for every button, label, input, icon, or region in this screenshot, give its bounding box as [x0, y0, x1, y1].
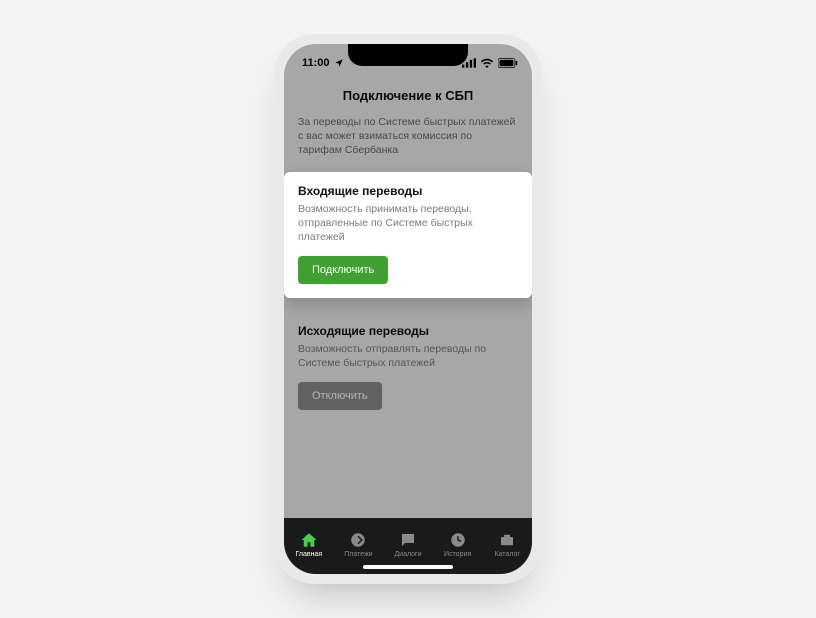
incoming-title: Входящие переводы	[298, 184, 518, 198]
dialogs-icon	[399, 531, 417, 549]
tab-catalog[interactable]: Каталог	[482, 531, 532, 558]
status-time: 11:00	[302, 57, 330, 69]
outgoing-transfers-card: Исходящие переводы Возможность отправлят…	[284, 312, 532, 424]
tab-payments-label: Платежи	[344, 551, 372, 558]
tab-dialogs-label: Диалоги	[394, 551, 421, 558]
outgoing-title: Исходящие переводы	[298, 324, 518, 338]
app-root: 11:00 Подключение к СБП За переводы по С…	[284, 44, 532, 574]
disconnect-button[interactable]: Отключить	[298, 382, 382, 410]
incoming-transfers-card: Входящие переводы Возможность принимать …	[284, 172, 532, 299]
connect-button[interactable]: Подключить	[298, 256, 388, 284]
phone-notch	[348, 44, 468, 66]
phone-device-frame: 11:00 Подключение к СБП За переводы по С…	[274, 34, 542, 584]
home-indicator	[363, 565, 453, 569]
tab-home-label: Главная	[295, 551, 322, 558]
tab-payments[interactable]: Платежи	[334, 531, 384, 558]
payments-icon	[349, 531, 367, 549]
outgoing-desc: Возможность отправлять переводы по Систе…	[298, 342, 518, 370]
tab-history[interactable]: История	[433, 531, 483, 558]
battery-icon	[498, 58, 518, 68]
tab-dialogs[interactable]: Диалоги	[383, 531, 433, 558]
history-icon	[449, 531, 467, 549]
phone-screen: 11:00 Подключение к СБП За переводы по С…	[284, 44, 532, 574]
tab-home[interactable]: Главная	[284, 531, 334, 558]
incoming-desc: Возможность принимать переводы, отправле…	[298, 202, 518, 245]
fee-disclaimer: За переводы по Системе быстрых платежей …	[284, 115, 532, 172]
catalog-icon	[498, 531, 516, 549]
location-icon	[334, 58, 344, 68]
wifi-icon	[480, 58, 494, 68]
home-icon	[300, 531, 318, 549]
page-title: Подключение к СБП	[284, 74, 532, 115]
tab-history-label: История	[444, 551, 471, 558]
tab-catalog-label: Каталог	[494, 551, 519, 558]
